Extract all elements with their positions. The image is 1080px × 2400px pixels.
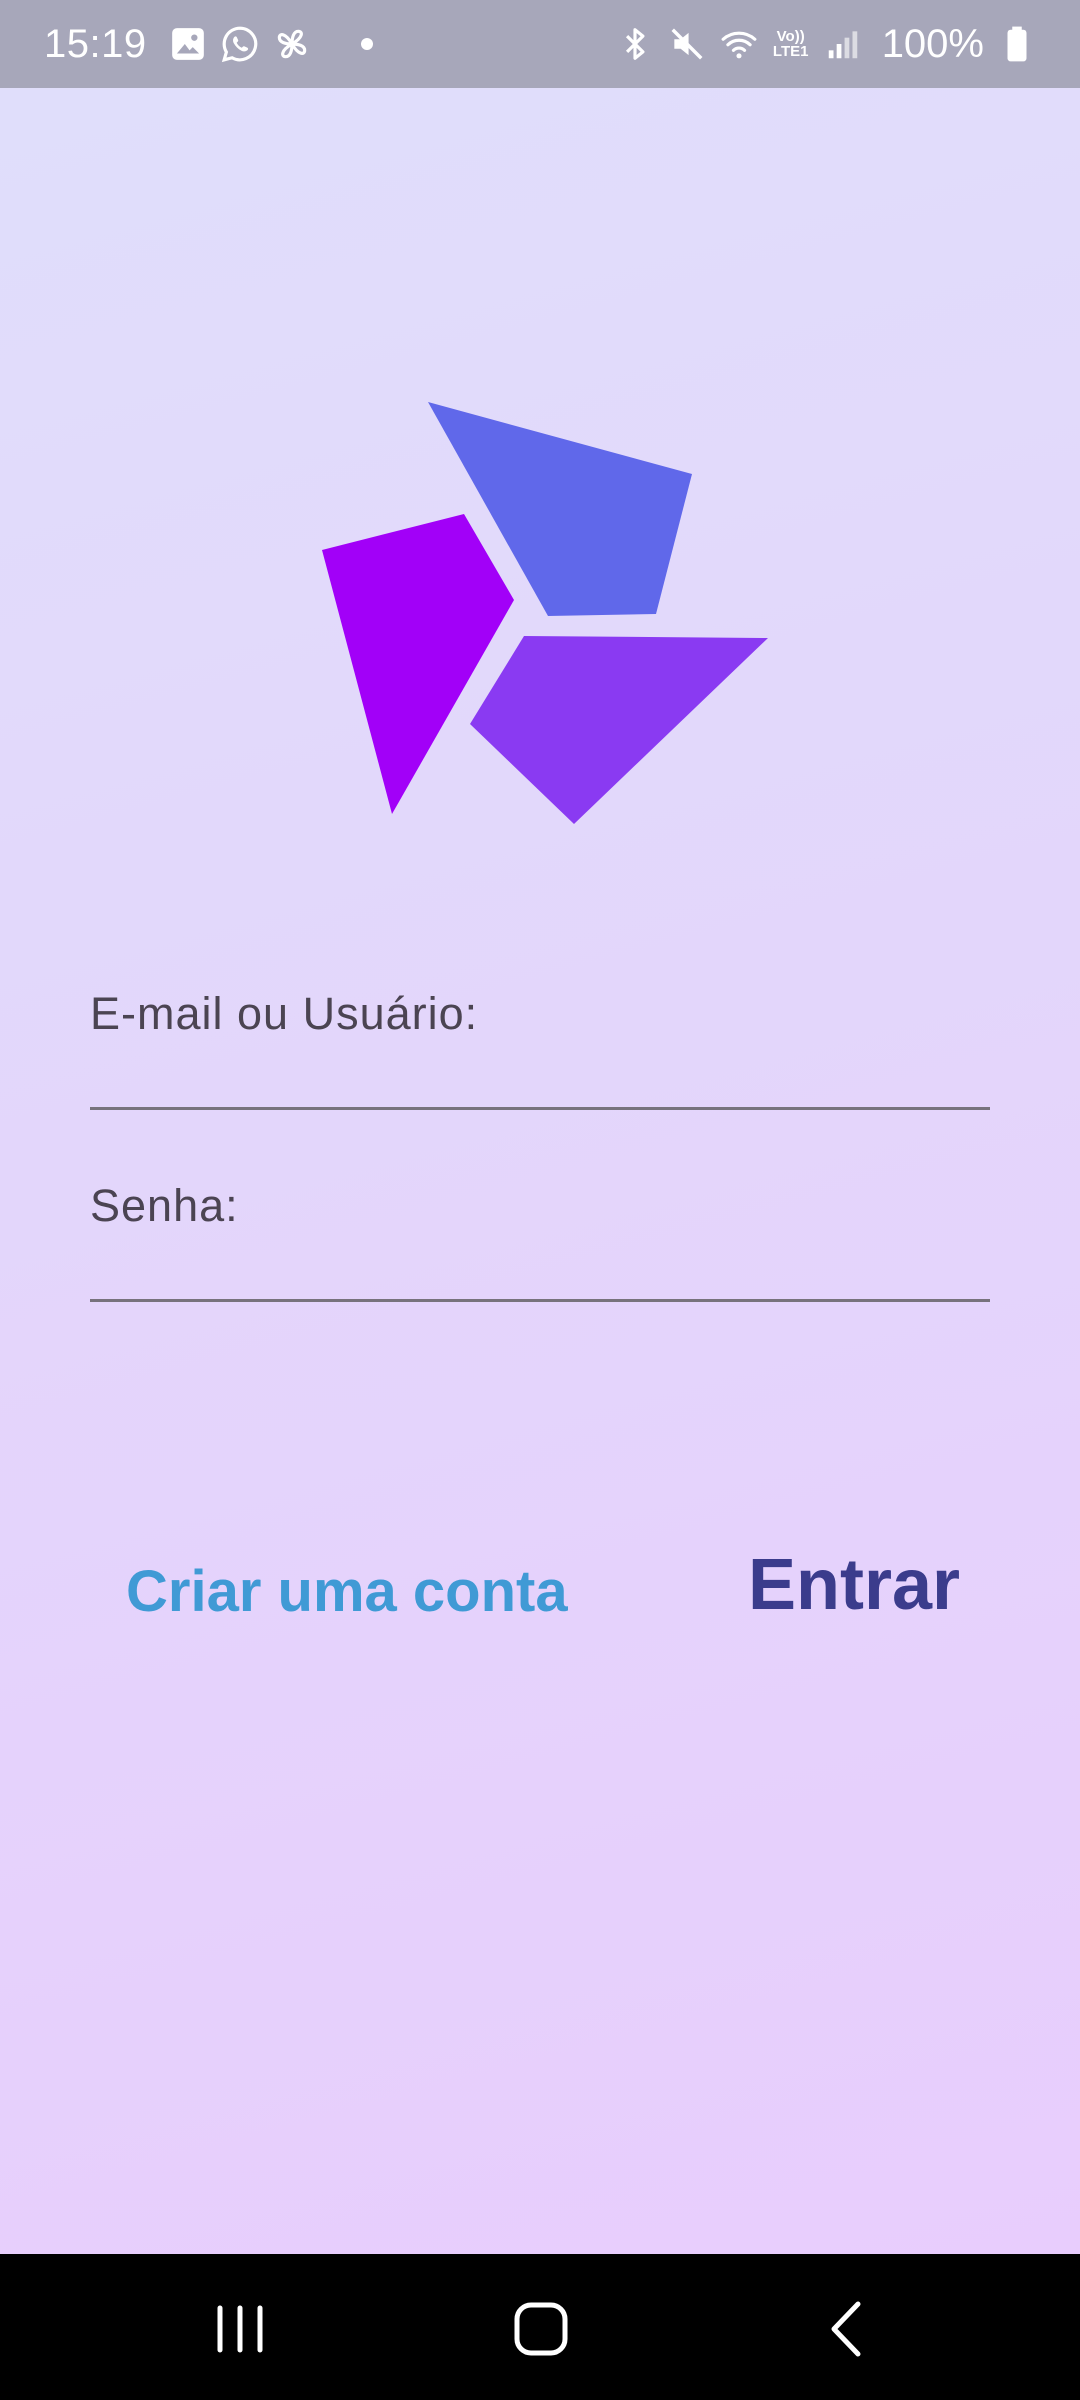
password-field: Senha: (90, 1180, 990, 1302)
signal-icon (824, 25, 862, 63)
recent-apps-icon[interactable] (205, 2294, 275, 2364)
notification-dot (360, 38, 373, 50)
email-label: E-mail ou Usuário: (90, 988, 479, 1039)
email-input[interactable] (90, 1040, 990, 1110)
wifi-icon (720, 25, 758, 63)
back-icon[interactable] (810, 2294, 880, 2364)
status-time: 15:19 (44, 21, 147, 66)
status-bar-left: 15:19 (44, 22, 373, 67)
pinwheel-app-icon (273, 25, 311, 63)
password-label: Senha: (90, 1180, 239, 1231)
battery-icon (998, 25, 1036, 63)
gallery-icon (169, 25, 207, 63)
login-screen: E-mail ou Usuário: Senha: Criar uma cont… (0, 88, 1080, 2254)
lte-icon: Vo)) LTE1 (772, 28, 809, 60)
create-account-button[interactable]: Criar uma conta (126, 1558, 568, 1625)
battery-percent: 100% (881, 21, 984, 66)
password-input[interactable] (90, 1232, 990, 1302)
email-field: E-mail ou Usuário: (90, 988, 990, 1110)
whatsapp-icon (221, 25, 259, 63)
logo-violet-shard (470, 636, 768, 824)
mute-icon (668, 25, 706, 63)
logo-magenta-shard (322, 514, 514, 814)
status-bar-right: Vo)) LTE1 100% (616, 22, 1036, 67)
navigation-bar (0, 2254, 1080, 2400)
app-logo (310, 308, 780, 848)
home-icon[interactable] (506, 2294, 576, 2364)
status-bar: 15:19 Vo)) LTE1 100% (0, 0, 1080, 88)
enter-button[interactable]: Entrar (748, 1544, 960, 1626)
bluetooth-icon (616, 25, 654, 63)
